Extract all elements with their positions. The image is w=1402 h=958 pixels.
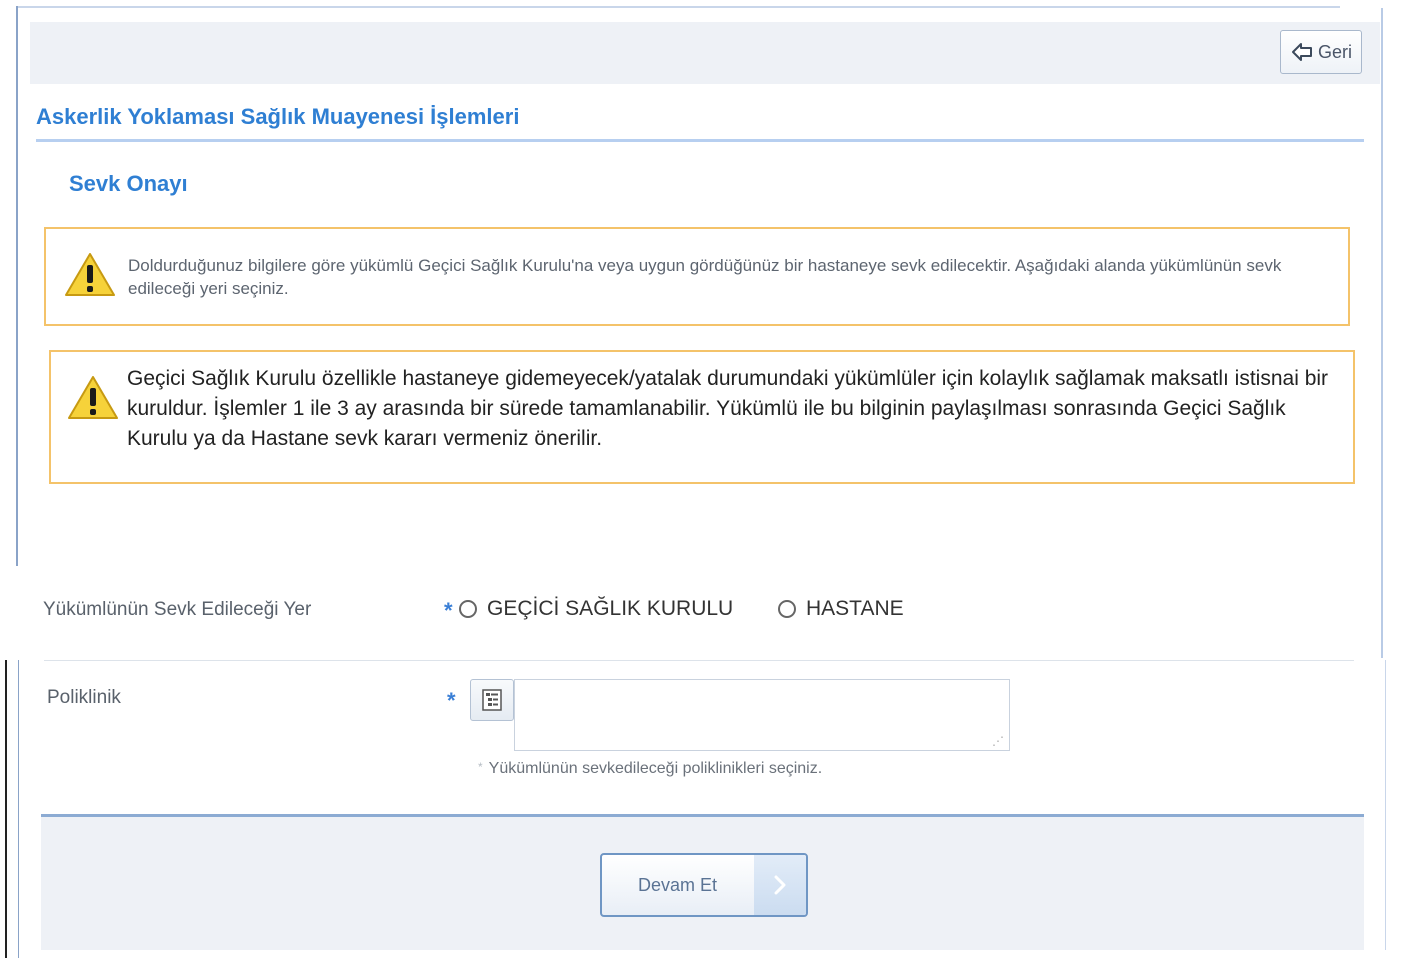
radio-circle[interactable] (459, 600, 477, 618)
back-button[interactable]: Geri (1280, 30, 1362, 74)
page-title: Askerlik Yoklaması Sağlık Muayenesi İşle… (36, 104, 520, 129)
required-star: * (447, 688, 456, 713)
frame-left-outer-border (5, 660, 7, 958)
warning-icon (65, 253, 115, 296)
required-star: * (444, 598, 453, 623)
continue-button-label: Devam Et (638, 875, 718, 895)
poliklinik-picker-button[interactable] (470, 679, 514, 721)
warning-box-gsk: Geçici Sağlık Kurulu özellikle hastaneye… (49, 350, 1355, 484)
row-divider (44, 660, 1354, 661)
radio-hastane[interactable]: HASTANE (778, 597, 904, 621)
hint-mark: * (478, 760, 483, 774)
frame-right-lower-border (1385, 660, 1386, 950)
warning-box-info: Doldurduğunuz bilgilere göre yükümlü Geç… (44, 227, 1350, 326)
back-button-label: Geri (1317, 41, 1352, 62)
poliklinik-textarea[interactable] (514, 679, 1010, 751)
radio-label: HASTANE (806, 597, 904, 620)
list-select-icon (482, 689, 502, 711)
radio-gecici-saglik-kurulu[interactable]: GEÇİCİ SAĞLIK KURULU (459, 597, 733, 621)
continue-button[interactable]: Devam Et (600, 853, 808, 917)
section-title: Sevk Onayı (69, 171, 188, 196)
top-toolbar (30, 22, 1380, 84)
radio-label: GEÇİCİ SAĞLIK KURULU (487, 597, 734, 620)
frame-left-inner-border (18, 660, 19, 958)
back-arrow-icon (1291, 43, 1312, 61)
poliklinik-hint: * Yükümlünün sevkedileceği poliklinikleri… (478, 760, 822, 778)
resize-grip-icon[interactable]: ⋰ (992, 734, 1004, 748)
radio-circle[interactable] (778, 600, 796, 618)
warning-icon (68, 376, 118, 419)
frame-right-border (1381, 8, 1383, 658)
warning-text-gsk: Geçici Sağlık Kurulu özellikle hastaneye… (127, 367, 1329, 450)
frame-left-border (16, 6, 18, 566)
hint-text: Yükümlünün sevkedileceği poliklinikleri … (488, 760, 823, 777)
sevk-yeri-label: Yükümlünün Sevk Edileceği Yer (43, 599, 312, 620)
chevron-right-icon (774, 875, 786, 895)
title-divider (36, 139, 1364, 142)
frame-top-border (18, 6, 1340, 8)
poliklinik-label: Poliklinik (47, 687, 121, 708)
warning-text-info: Doldurduğunuz bilgilere göre yükümlü Geç… (128, 256, 1282, 298)
continue-arrow (754, 855, 806, 915)
